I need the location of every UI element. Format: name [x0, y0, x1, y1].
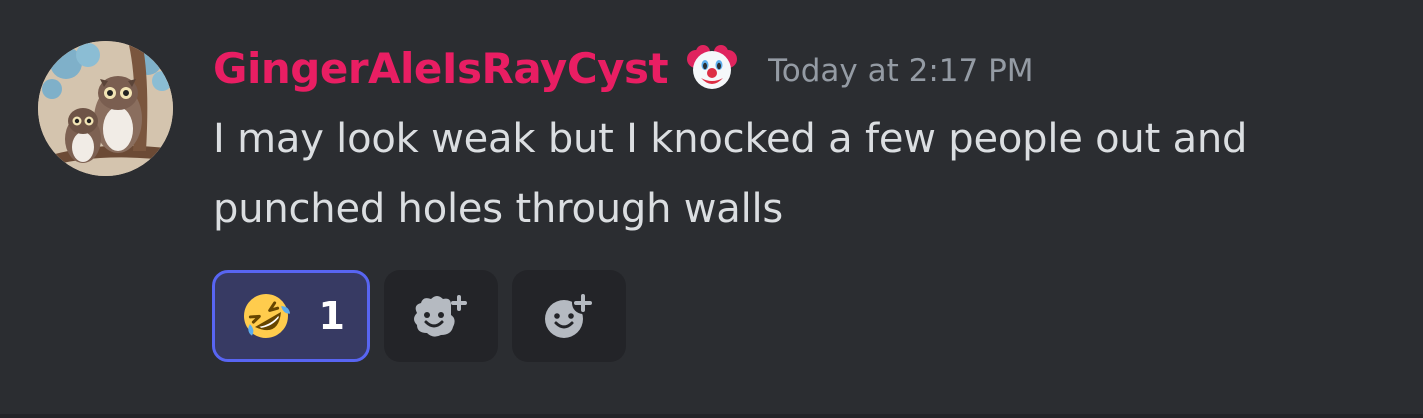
- avatar[interactable]: [38, 41, 173, 176]
- message-content: I may look weak but I knocked a few peop…: [213, 116, 1248, 232]
- add-reaction-icon: [545, 292, 594, 338]
- add-super-reaction-button[interactable]: [384, 270, 498, 362]
- message-header: GingerAleIsRayCyst Today at 2:17 PM: [213, 38, 1034, 98]
- username[interactable]: GingerAleIsRayCyst: [213, 44, 669, 93]
- chat-message: GingerAleIsRayCyst Today at 2:17 PM I ma…: [0, 0, 1423, 418]
- add-reaction-button[interactable]: [512, 270, 626, 362]
- owl-avatar-icon: [38, 41, 173, 176]
- timestamp[interactable]: Today at 2:17 PM: [768, 53, 1033, 89]
- super-reaction-add-icon: [414, 295, 467, 337]
- reaction-bar: 1: [212, 270, 626, 362]
- divider: [0, 414, 1423, 418]
- clown-face-icon[interactable]: [686, 42, 738, 94]
- reaction-rofl[interactable]: 1: [212, 270, 370, 362]
- reaction-count: 1: [318, 294, 345, 338]
- rolling-on-floor-laughing-icon: [244, 294, 291, 338]
